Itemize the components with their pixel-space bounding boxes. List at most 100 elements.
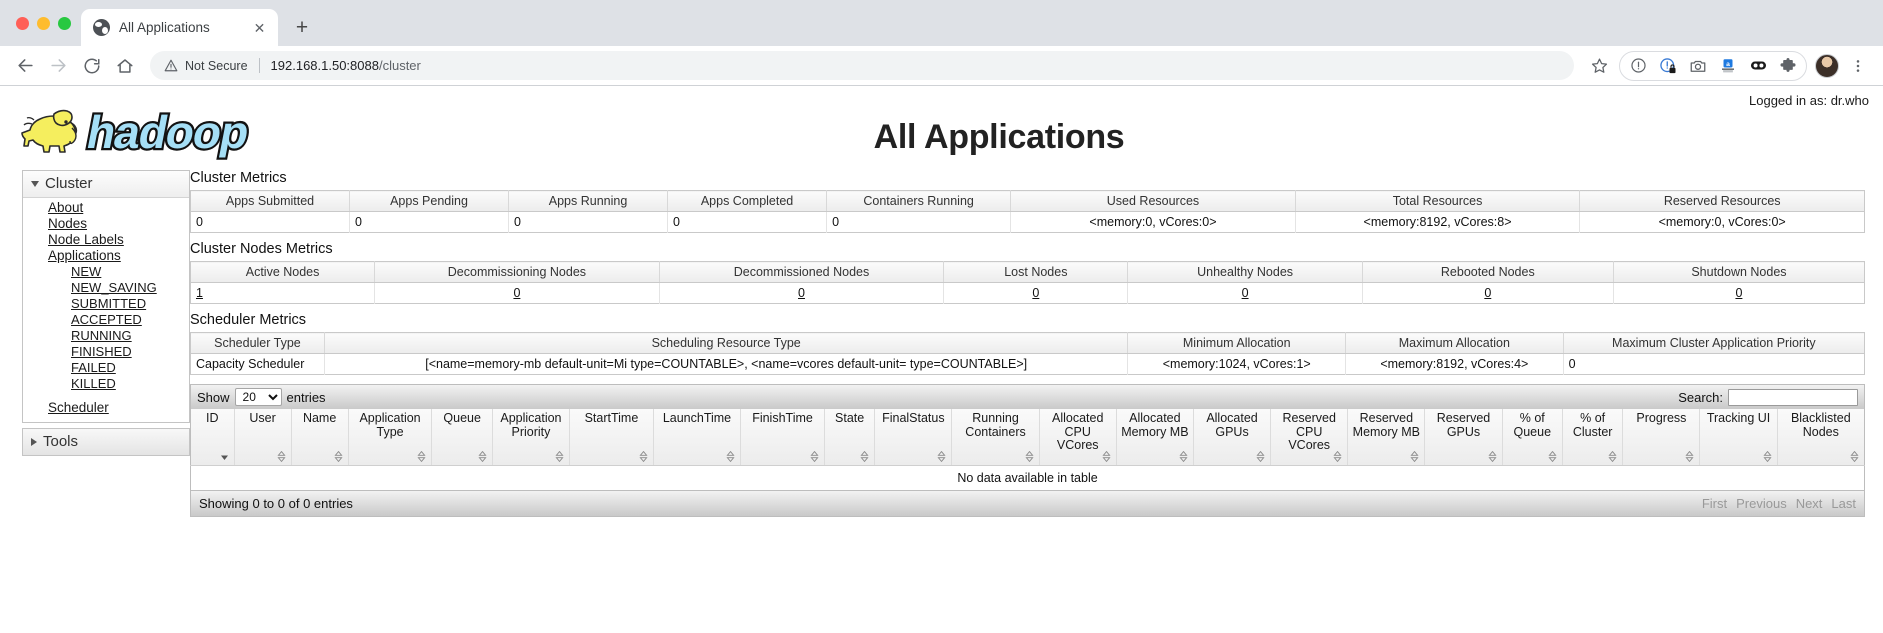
sidebar-item-state-accepted[interactable]: ACCEPTED xyxy=(23,312,189,328)
col-used-resources[interactable]: Used Resources xyxy=(1010,190,1296,212)
lost-nodes-link[interactable]: 0 xyxy=(1032,286,1039,300)
col-apps-completed[interactable]: Apps Completed xyxy=(667,190,828,212)
pagination-previous[interactable]: Previous xyxy=(1736,496,1787,511)
col-scheduling-resource-type[interactable]: Scheduling Resource Type xyxy=(324,332,1129,354)
sidebar-item-state-finished[interactable]: FINISHED xyxy=(23,344,189,360)
chrome-menu-icon[interactable] xyxy=(1843,51,1873,81)
col-launchtime[interactable]: LaunchTime xyxy=(653,409,742,466)
col-shutdown-nodes[interactable]: Shutdown Nodes xyxy=(1613,261,1865,283)
col-id-label: ID xyxy=(206,411,219,425)
sidebar-item-nodes[interactable]: Nodes xyxy=(23,216,189,232)
active-nodes-link[interactable]: 1 xyxy=(196,286,203,300)
col-apps-pending[interactable]: Apps Pending xyxy=(349,190,510,212)
col-user[interactable]: User xyxy=(234,409,292,466)
col-progress[interactable]: Progress xyxy=(1622,409,1701,466)
pagination-next[interactable]: Next xyxy=(1796,496,1823,511)
back-button[interactable] xyxy=(10,50,41,81)
col-unhealthy-nodes[interactable]: Unhealthy Nodes xyxy=(1127,261,1363,283)
col-application-priority[interactable]: Application Priority xyxy=(492,409,571,466)
col-pct-of-cluster[interactable]: % of Cluster xyxy=(1562,409,1624,466)
warning-triangle-icon xyxy=(164,59,178,72)
screenshot-camera-icon[interactable] xyxy=(1683,51,1713,81)
sidebar-section-cluster[interactable]: Cluster xyxy=(23,171,189,198)
decommissioned-nodes-link[interactable]: 0 xyxy=(798,286,805,300)
sidebar-item-applications[interactable]: Applications xyxy=(23,248,189,264)
rebooted-nodes-link[interactable]: 0 xyxy=(1484,286,1491,300)
col-reserved-gpus[interactable]: Reserved GPUs xyxy=(1424,409,1503,466)
col-id[interactable]: ID xyxy=(190,409,235,466)
bookmark-star-icon[interactable] xyxy=(1584,51,1614,81)
profile-avatar[interactable] xyxy=(1812,51,1842,81)
col-minimum-allocation[interactable]: Minimum Allocation xyxy=(1127,332,1347,354)
home-button[interactable] xyxy=(109,50,140,81)
col-containers-running[interactable]: Containers Running xyxy=(826,190,1012,212)
col-application-type[interactable]: Application Type xyxy=(348,409,433,466)
sidebar-item-scheduler[interactable]: Scheduler xyxy=(23,400,189,416)
col-starttime[interactable]: StartTime xyxy=(569,409,654,466)
col-pct-of-queue[interactable]: % of Queue xyxy=(1502,409,1563,466)
sidebar-item-state-new-saving[interactable]: NEW_SAVING xyxy=(23,280,189,296)
extensions-puzzle-icon[interactable] xyxy=(1773,51,1803,81)
col-lost-nodes[interactable]: Lost Nodes xyxy=(943,261,1129,283)
maximize-window-button[interactable] xyxy=(58,16,71,30)
col-state[interactable]: State xyxy=(824,409,876,466)
table-empty-row: No data available in table xyxy=(190,464,1865,490)
sidebar-section-tools[interactable]: Tools xyxy=(22,428,190,456)
col-running-containers[interactable]: Running Containers xyxy=(951,409,1040,466)
sidebar-item-state-running[interactable]: RUNNING xyxy=(23,328,189,344)
sidebar-item-state-failed[interactable]: FAILED xyxy=(23,360,189,376)
sidebar-section-cluster-label: Cluster xyxy=(45,175,93,192)
reload-button[interactable] xyxy=(76,50,107,81)
privacy-badger-icon[interactable] xyxy=(1653,51,1683,81)
address-bar[interactable]: Not Secure 192.168.1.50:8088/cluster xyxy=(150,51,1574,80)
col-active-nodes[interactable]: Active Nodes xyxy=(190,261,376,283)
logo-container[interactable]: hadoop xyxy=(0,90,295,162)
sidebar-item-node-labels[interactable]: Node Labels xyxy=(23,232,189,248)
sidebar-item-state-new[interactable]: NEW xyxy=(23,264,189,280)
browser-tab[interactable]: All Applications ✕ xyxy=(81,9,278,46)
col-finishtime[interactable]: FinishTime xyxy=(740,409,825,466)
chevron-right-icon xyxy=(31,437,37,446)
minimize-window-button[interactable] xyxy=(37,16,50,30)
sidebar-item-about[interactable]: About xyxy=(23,200,189,216)
pagination-last[interactable]: Last xyxy=(1831,496,1856,511)
search-input[interactable] xyxy=(1728,388,1858,406)
col-reserved-resources[interactable]: Reserved Resources xyxy=(1579,190,1865,212)
close-window-button[interactable] xyxy=(16,16,29,30)
pagination-first[interactable]: First xyxy=(1702,496,1727,511)
col-scheduler-type[interactable]: Scheduler Type xyxy=(190,332,325,354)
info-circle-icon[interactable] xyxy=(1623,51,1653,81)
forward-button[interactable] xyxy=(43,50,74,81)
col-decommissioning-nodes[interactable]: Decommissioning Nodes xyxy=(374,261,660,283)
honey-extension-icon[interactable] xyxy=(1743,51,1773,81)
amazon-assistant-icon[interactable]: a xyxy=(1713,51,1743,81)
cell-containers-running: 0 xyxy=(826,211,1012,233)
col-queue[interactable]: Queue xyxy=(431,409,493,466)
col-tracking-ui[interactable]: Tracking UI xyxy=(1699,409,1778,466)
col-total-resources[interactable]: Total Resources xyxy=(1295,190,1581,212)
col-maximum-allocation[interactable]: Maximum Allocation xyxy=(1345,332,1564,354)
sidebar-item-state-killed[interactable]: KILLED xyxy=(23,376,189,392)
col-name[interactable]: Name xyxy=(291,409,349,466)
col-blacklisted-nodes[interactable]: Blacklisted Nodes xyxy=(1777,409,1865,466)
unhealthy-nodes-link[interactable]: 0 xyxy=(1242,286,1249,300)
close-icon[interactable]: ✕ xyxy=(249,17,270,38)
sidebar-item-state-submitted[interactable]: SUBMITTED xyxy=(23,296,189,312)
col-decommissioned-nodes[interactable]: Decommissioned Nodes xyxy=(659,261,945,283)
col-apps-submitted[interactable]: Apps Submitted xyxy=(190,190,351,212)
sidebar: Cluster About Nodes Node Labels Applicat… xyxy=(0,170,190,456)
col-apps-running[interactable]: Apps Running xyxy=(508,190,669,212)
col-starttime-label: StartTime xyxy=(584,411,639,425)
col-allocated-memory-mb[interactable]: Allocated Memory MB xyxy=(1116,409,1194,466)
shutdown-nodes-link[interactable]: 0 xyxy=(1735,286,1742,300)
col-allocated-gpus[interactable]: Allocated GPUs xyxy=(1193,409,1272,466)
decommissioning-nodes-link[interactable]: 0 xyxy=(513,286,520,300)
new-tab-button[interactable]: + xyxy=(287,12,317,42)
col-allocated-cpu-vcores[interactable]: Allocated CPU VCores xyxy=(1039,409,1117,466)
col-maximum-cluster-application-priority[interactable]: Maximum Cluster Application Priority xyxy=(1563,332,1865,354)
page-size-select[interactable]: 20406080100 xyxy=(234,388,282,406)
col-reserved-cpu-vcores[interactable]: Reserved CPU VCores xyxy=(1270,409,1349,466)
col-finalstatus[interactable]: FinalStatus xyxy=(874,409,953,466)
col-rebooted-nodes[interactable]: Rebooted Nodes xyxy=(1362,261,1614,283)
col-reserved-memory-mb[interactable]: Reserved Memory MB xyxy=(1347,409,1426,466)
